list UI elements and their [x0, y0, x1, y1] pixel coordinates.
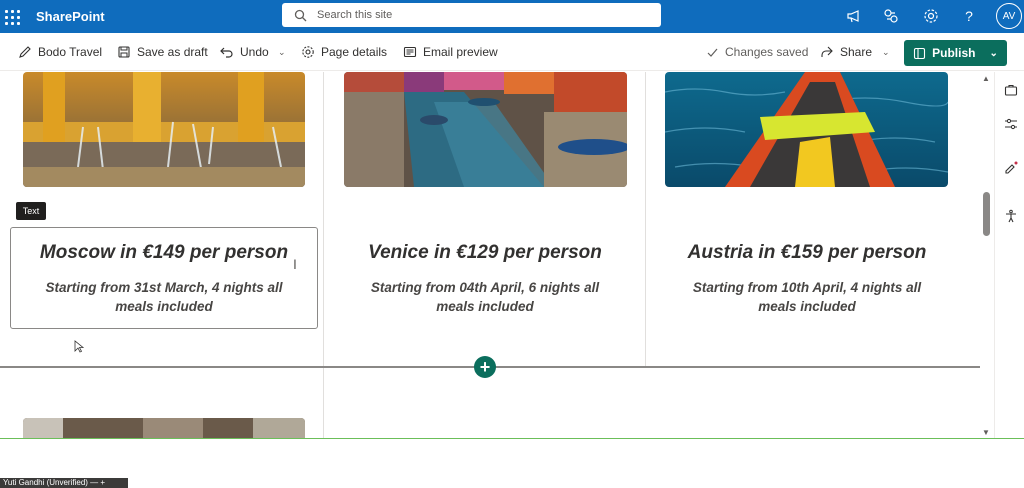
participant-options-icon[interactable]: — + — [90, 478, 105, 487]
search-box[interactable] — [282, 3, 661, 27]
vertical-scrollbar[interactable]: ▲ ▼ — [980, 72, 994, 438]
toolbox-icon[interactable] — [1003, 82, 1019, 98]
page-details-label: Page details — [321, 45, 388, 59]
undo-dropdown-chevron-icon[interactable]: ⌄ — [278, 47, 286, 58]
properties-sliders-icon[interactable] — [1003, 116, 1019, 132]
settings-gear-icon[interactable] — [922, 7, 940, 25]
accessibility-icon[interactable] — [1003, 208, 1019, 224]
column-divider — [323, 72, 324, 438]
participant-name-label: Yuti Gandhi (Unverified) — + — [0, 478, 128, 488]
app-name[interactable]: SharePoint — [36, 9, 105, 24]
card-subtitle-venice[interactable]: Starting from 04th April, 6 nights all m… — [350, 278, 620, 316]
share-label: Share — [840, 45, 873, 59]
app-launcher-icon[interactable] — [2, 7, 22, 27]
site-name-label: Bodo Travel — [38, 45, 103, 59]
undo-icon — [220, 47, 233, 58]
scroll-down-arrow-icon[interactable]: ▼ — [982, 428, 990, 437]
card-subtitle-austria[interactable]: Starting from 10th April, 4 nights all m… — [672, 278, 942, 316]
share-icon — [821, 46, 833, 57]
publish-icon — [914, 47, 926, 59]
share-chevron-icon: ⌄ — [882, 46, 890, 57]
undo-label: Undo — [240, 45, 269, 59]
page-canvas: Text Moscow in €149 per person Starting … — [0, 72, 980, 438]
next-section-image[interactable] — [23, 418, 305, 438]
help-icon[interactable]: ? — [960, 7, 978, 25]
scroll-up-arrow-icon[interactable]: ▲ — [982, 74, 990, 83]
meeting-bottom-area — [0, 439, 1024, 488]
webpart-tooltip: Text — [16, 202, 46, 220]
site-name-button[interactable]: Bodo Travel — [18, 45, 102, 59]
page-details-button[interactable]: Page details — [301, 45, 387, 59]
publish-label: Publish — [932, 46, 976, 60]
austria-kayak-image[interactable] — [665, 72, 948, 187]
publish-chevron-icon[interactable]: ⌄ — [989, 48, 997, 59]
connections-icon[interactable] — [882, 7, 900, 25]
right-toolbox-rail — [994, 72, 1024, 438]
card-title-venice[interactable]: Venice in €129 per person — [350, 242, 620, 264]
email-preview-button[interactable]: Email preview — [403, 45, 498, 59]
email-preview-label: Email preview — [423, 45, 498, 59]
email-preview-icon — [403, 46, 417, 58]
save-draft-button[interactable]: Save as draft — [117, 45, 208, 59]
design-ideas-icon[interactable] — [1003, 160, 1019, 176]
participant-name: Yuti Gandhi (Unverified) — [3, 478, 88, 487]
checkmark-icon — [707, 48, 718, 57]
save-icon — [118, 46, 130, 58]
mouse-pointer-icon — [74, 340, 84, 353]
search-icon — [294, 9, 307, 21]
save-status-label: Changes saved — [725, 45, 809, 59]
gear-icon — [302, 46, 314, 58]
card-title-austria[interactable]: Austria in €159 per person — [672, 242, 942, 264]
command-bar: Bodo Travel Save as draft Undo ⌄ Page de… — [0, 35, 1024, 71]
share-button[interactable]: Share ⌄ — [820, 45, 890, 59]
edit-icon — [19, 46, 31, 58]
suite-bar: SharePoint ? AV — [0, 0, 1024, 33]
column-divider — [645, 72, 646, 366]
add-section-button[interactable]: + — [474, 356, 496, 378]
undo-button[interactable]: Undo — [220, 45, 269, 59]
avatar[interactable]: AV — [996, 3, 1022, 29]
venice-canal-image[interactable] — [344, 72, 627, 187]
save-draft-label: Save as draft — [137, 45, 208, 59]
card-title-moscow[interactable]: Moscow in €149 per person — [30, 242, 298, 264]
card-subtitle-moscow[interactable]: Starting from 31st March, 4 nights all m… — [30, 278, 298, 316]
save-status: Changes saved — [706, 45, 808, 59]
moscow-fountain-image[interactable] — [23, 72, 305, 187]
publish-button[interactable]: Publish ⌄ — [904, 40, 1007, 66]
scrollbar-thumb[interactable] — [983, 192, 990, 236]
search-input[interactable] — [317, 9, 617, 21]
megaphone-icon[interactable] — [845, 7, 863, 25]
text-cursor-icon: I — [293, 256, 297, 272]
